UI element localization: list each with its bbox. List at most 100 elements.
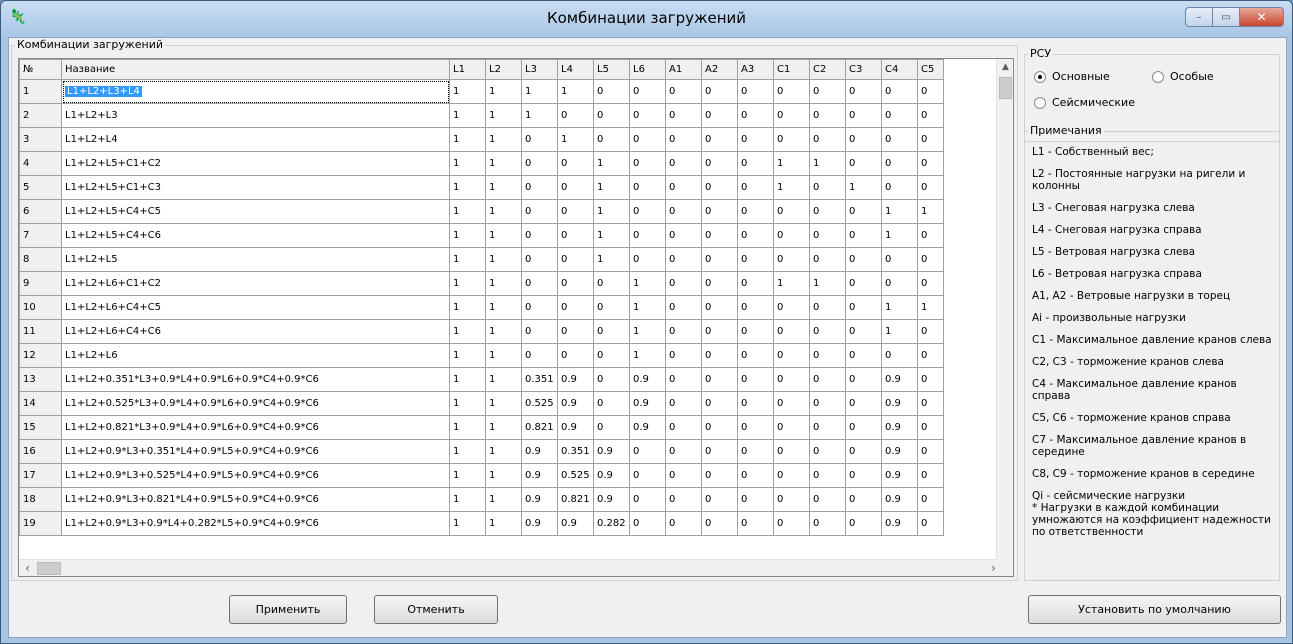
row-number-cell[interactable]: 8 <box>19 247 62 272</box>
radio-seismic[interactable]: Сейсмические <box>1034 96 1135 109</box>
coefficient-cell[interactable]: 0.9 <box>881 463 918 488</box>
combinations-grid[interactable]: № Название L1 L2 L3 L4 L5 L6 A1 A2 A3 C1 C2 C3 C4 C5 1L… <box>18 58 1014 577</box>
coefficient-cell[interactable]: 0 <box>665 343 702 368</box>
table-row[interactable]: 6 L1+L2+L5+C4+C5 1 1 0 0 1 0 0 0 0 0 0 0 1 1 <box>19 199 944 224</box>
coefficient-cell[interactable]: 0.525 <box>521 391 558 416</box>
combination-name-cell[interactable]: L1+L2+L5+C1+C3 <box>61 175 450 200</box>
coefficient-cell[interactable]: 0 <box>593 343 630 368</box>
column-header[interactable]: L4 <box>557 59 594 80</box>
column-header[interactable]: C3 <box>845 59 882 80</box>
coefficient-cell[interactable]: 0 <box>917 487 944 512</box>
coefficient-cell[interactable]: 0 <box>701 103 738 128</box>
coefficient-cell[interactable]: 0 <box>557 247 594 272</box>
coefficient-cell[interactable]: 0 <box>773 511 810 536</box>
coefficient-cell[interactable]: 0 <box>917 127 944 152</box>
coefficient-cell[interactable]: 0 <box>557 151 594 176</box>
row-number-cell[interactable]: 4 <box>19 151 62 176</box>
coefficient-cell[interactable]: 0 <box>773 439 810 464</box>
table-row[interactable]: 15 L1+L2+0.821*L3+0.9*L4+0.9*L6+0.9*C4+0.… <box>19 415 944 440</box>
coefficient-cell[interactable]: 0 <box>809 103 846 128</box>
table-row[interactable]: 1 L1+L2+L3+L4 1 1 1 1 0 0 0 0 0 0 0 0 0 0 <box>19 79 944 104</box>
title-bar[interactable]: 🦎 Комбинации загружений – ▭ ✕ <box>1 1 1292 37</box>
coefficient-cell[interactable]: 0 <box>557 343 594 368</box>
coefficient-cell[interactable]: 0 <box>773 103 810 128</box>
coefficient-cell[interactable]: 0 <box>737 511 774 536</box>
coefficient-cell[interactable]: 1 <box>449 247 486 272</box>
coefficient-cell[interactable]: 0 <box>665 511 702 536</box>
column-header[interactable]: C1 <box>773 59 810 80</box>
coefficient-cell[interactable]: 0 <box>629 223 666 248</box>
coefficient-cell[interactable]: 0 <box>845 127 882 152</box>
coefficient-cell[interactable]: 0.9 <box>881 487 918 512</box>
coefficient-cell[interactable]: 1 <box>485 271 522 296</box>
coefficient-cell[interactable]: 0 <box>809 79 846 104</box>
coefficient-cell[interactable]: 0 <box>665 319 702 344</box>
coefficient-cell[interactable]: 0 <box>809 439 846 464</box>
minimize-button[interactable]: – <box>1185 7 1212 27</box>
coefficient-cell[interactable]: 0 <box>521 199 558 224</box>
coefficient-cell[interactable]: 0 <box>701 199 738 224</box>
coefficient-cell[interactable]: 1 <box>485 247 522 272</box>
coefficient-cell[interactable]: 0 <box>845 391 882 416</box>
coefficient-cell[interactable]: 1 <box>485 103 522 128</box>
coefficient-cell[interactable]: 0.9 <box>881 511 918 536</box>
coefficient-cell[interactable]: 0 <box>773 319 810 344</box>
coefficient-cell[interactable]: 0 <box>521 127 558 152</box>
coefficient-cell[interactable]: 0 <box>737 367 774 392</box>
coefficient-cell[interactable]: 1 <box>557 127 594 152</box>
table-row[interactable]: 2 L1+L2+L3 1 1 1 0 0 0 0 0 0 0 0 0 0 0 <box>19 103 944 128</box>
row-number-cell[interactable]: 12 <box>19 343 62 368</box>
coefficient-cell[interactable]: 1 <box>485 151 522 176</box>
column-header[interactable]: № <box>19 59 62 80</box>
coefficient-cell[interactable]: 1 <box>485 343 522 368</box>
radio-special-indicator[interactable] <box>1152 70 1164 83</box>
column-header[interactable]: C4 <box>881 59 918 80</box>
row-number-cell[interactable]: 10 <box>19 295 62 320</box>
coefficient-cell[interactable]: 0 <box>773 415 810 440</box>
maximize-button[interactable]: ▭ <box>1212 7 1239 27</box>
coefficient-cell[interactable]: 1 <box>449 151 486 176</box>
scroll-left-arrow-icon[interactable]: ‹ <box>19 560 36 576</box>
coefficient-cell[interactable]: 1 <box>809 271 846 296</box>
coefficient-cell[interactable]: 0 <box>629 151 666 176</box>
coefficient-cell[interactable]: 0.9 <box>521 511 558 536</box>
coefficient-cell[interactable]: 1 <box>881 295 918 320</box>
row-number-cell[interactable]: 15 <box>19 415 62 440</box>
coefficient-cell[interactable]: 0 <box>737 199 774 224</box>
coefficient-cell[interactable]: 0 <box>737 223 774 248</box>
row-number-cell[interactable]: 17 <box>19 463 62 488</box>
coefficient-cell[interactable]: 1 <box>449 343 486 368</box>
row-number-cell[interactable]: 7 <box>19 223 62 248</box>
coefficient-cell[interactable]: 0.525 <box>557 463 594 488</box>
coefficient-cell[interactable]: 0 <box>665 391 702 416</box>
coefficient-cell[interactable]: 0 <box>845 367 882 392</box>
column-header[interactable]: L6 <box>629 59 666 80</box>
coefficient-cell[interactable]: 0 <box>809 199 846 224</box>
coefficient-cell[interactable]: 0 <box>845 439 882 464</box>
coefficient-cell[interactable]: 0 <box>521 223 558 248</box>
coefficient-cell[interactable]: 1 <box>773 175 810 200</box>
coefficient-cell[interactable]: 1 <box>485 511 522 536</box>
coefficient-cell[interactable]: 1 <box>917 199 944 224</box>
coefficient-cell[interactable]: 0 <box>809 175 846 200</box>
combination-name-cell[interactable]: L1+L2+L6 <box>61 343 450 368</box>
coefficient-cell[interactable]: 0.351 <box>521 367 558 392</box>
column-header[interactable]: A1 <box>665 59 702 80</box>
coefficient-cell[interactable]: 0 <box>737 463 774 488</box>
row-number-cell[interactable]: 18 <box>19 487 62 512</box>
coefficient-cell[interactable]: 0 <box>881 103 918 128</box>
coefficient-cell[interactable]: 0.9 <box>557 415 594 440</box>
coefficient-cell[interactable]: 0 <box>917 271 944 296</box>
coefficient-cell[interactable]: 0 <box>845 295 882 320</box>
coefficient-cell[interactable]: 0 <box>737 319 774 344</box>
table-row[interactable]: 13 L1+L2+0.351*L3+0.9*L4+0.9*L6+0.9*C4+0.… <box>19 367 944 392</box>
combination-name-cell[interactable]: L1+L2+L5+C4+C5 <box>61 199 450 224</box>
table-row[interactable]: 19 L1+L2+0.9*L3+0.9*L4+0.282*L5+0.9*C4+0.… <box>19 511 944 536</box>
coefficient-cell[interactable]: 1 <box>629 271 666 296</box>
coefficient-cell[interactable]: 1 <box>593 199 630 224</box>
coefficient-cell[interactable]: 1 <box>881 319 918 344</box>
column-header[interactable]: L1 <box>449 59 486 80</box>
coefficient-cell[interactable]: 0 <box>701 295 738 320</box>
scroll-up-arrow-icon[interactable]: ▲ <box>997 59 1013 76</box>
coefficient-cell[interactable]: 1 <box>773 151 810 176</box>
